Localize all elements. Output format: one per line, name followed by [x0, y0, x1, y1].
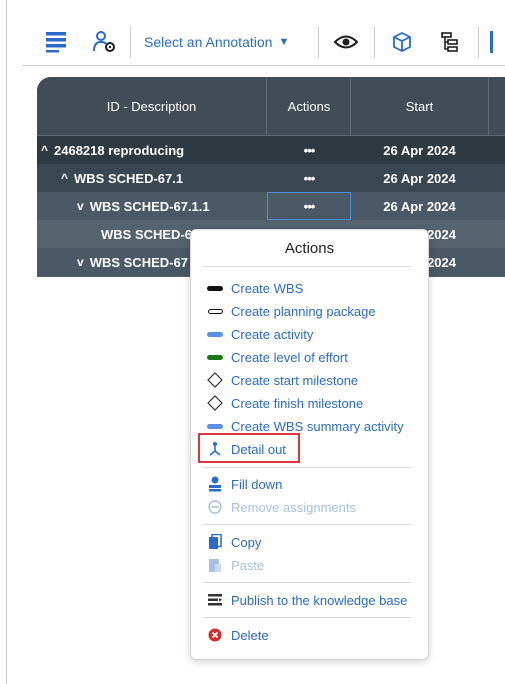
- table-row[interactable]: v WBS SCHED-67.1.1 ••• 26 Apr 2024: [37, 192, 505, 221]
- popup-divider: [203, 524, 411, 525]
- row-start-date: 26 Apr 2024: [383, 142, 456, 158]
- menu-item-create-level-of-effort[interactable]: Create level of effort: [205, 346, 348, 368]
- toolbar-bottom-border: [22, 65, 505, 66]
- menu-item-label: Fill down: [231, 476, 283, 492]
- row-start-date: 26 Apr 2024: [383, 170, 456, 186]
- menu-item-label: Create planning package: [231, 303, 376, 319]
- menu-item-create-wbs[interactable]: Create WBS: [205, 277, 303, 299]
- detail-out-highlight: [198, 433, 300, 463]
- menu-item-label: Create finish milestone: [231, 395, 364, 411]
- row-label: WBS SCHED-67.1: [74, 170, 184, 186]
- blue-bar-icon: [205, 418, 225, 434]
- grid-header: ID - Description Actions Start: [37, 77, 505, 136]
- table-row[interactable]: ^ WBS SCHED-67.1 ••• 26 Apr 2024: [37, 164, 505, 193]
- toolbar-divider: [318, 26, 319, 58]
- menu-item-fill-down[interactable]: Fill down: [205, 473, 282, 495]
- paste-icon: [205, 557, 225, 573]
- toolbar-divider: [374, 26, 375, 58]
- row-actions-button[interactable]: •••: [267, 192, 351, 220]
- column-header-actions[interactable]: Actions: [267, 77, 351, 135]
- popup-divider: [203, 617, 411, 618]
- menu-item-create-activity[interactable]: Create activity: [205, 323, 313, 345]
- popup-title: Actions: [284, 239, 335, 257]
- fill-down-icon: [205, 476, 225, 492]
- row-actions-button[interactable]: •••: [267, 164, 351, 192]
- row-start-date: 26 Apr 2024: [383, 198, 456, 214]
- row-actions-button[interactable]: •••: [267, 136, 351, 164]
- menu-item-label: Create activity: [231, 326, 314, 342]
- resource-settings-icon[interactable]: [88, 26, 120, 58]
- column-header-description[interactable]: ID - Description: [37, 77, 266, 135]
- popup-divider: [203, 582, 411, 583]
- menu-item-label: Delete: [231, 627, 269, 643]
- menu-item-create-finish-milestone[interactable]: Create finish milestone: [205, 392, 363, 414]
- menu-item-publish-knowledge-base[interactable]: Publish to the knowledge base: [205, 589, 407, 611]
- menu-item-label: Remove assignments: [231, 499, 356, 515]
- menu-item-label: Create WBS: [231, 280, 304, 296]
- menu-item-label: Create start milestone: [231, 372, 359, 388]
- menu-item-copy[interactable]: Copy: [205, 531, 261, 553]
- row-label: WBS SCHED-67.1.1: [89, 198, 210, 214]
- delete-icon: [205, 627, 225, 643]
- row-label: WBS SCHED-67: [89, 254, 188, 270]
- table-row[interactable]: ^ 2468218 reproducing ••• 26 Apr 2024: [37, 136, 505, 165]
- toolbar-divider: [130, 26, 131, 58]
- chevron-down-icon: ▼: [278, 36, 290, 48]
- menu-item-label: Paste: [231, 557, 265, 573]
- black-bar-icon: [205, 280, 225, 296]
- blue-bar-icon: [205, 326, 225, 342]
- eye-icon[interactable]: [330, 26, 362, 58]
- menu-item-create-start-milestone[interactable]: Create start milestone: [205, 369, 358, 391]
- column-header-start[interactable]: Start: [351, 77, 488, 135]
- annotation-select[interactable]: Select an Annotation ▼: [144, 26, 289, 58]
- menu-item-label: Copy: [231, 534, 262, 550]
- columns-menu-icon[interactable]: [40, 26, 72, 58]
- annotation-select-label: Select an Annotation: [144, 34, 273, 50]
- cube-icon[interactable]: [386, 26, 418, 58]
- menu-item-remove-assignments[interactable]: Remove assignments: [205, 496, 356, 518]
- chevron-up-icon[interactable]: ^: [61, 171, 68, 185]
- popup-divider: [203, 467, 411, 468]
- menu-item-label: Create level of effort: [231, 349, 348, 365]
- hierarchy-icon[interactable]: [434, 26, 466, 58]
- menu-item-delete[interactable]: Delete: [205, 624, 269, 646]
- popup-divider: [203, 266, 411, 267]
- row-label: 2468218 reproducing: [54, 142, 185, 158]
- green-bar-icon: [205, 349, 225, 365]
- chevron-up-icon[interactable]: ^: [41, 143, 48, 157]
- outline-bar-icon: [205, 303, 225, 319]
- chevron-down-icon[interactable]: v: [77, 255, 84, 269]
- menu-item-label: Create WBS summary activity: [231, 418, 404, 434]
- toolbar-divider: [478, 26, 479, 58]
- left-frame-border: [6, 0, 7, 684]
- menu-item-paste[interactable]: Paste: [205, 554, 264, 576]
- publish-icon: [205, 592, 225, 608]
- diamond-icon: [205, 372, 225, 388]
- chevron-down-icon[interactable]: v: [77, 199, 84, 213]
- remove-circle-icon: [205, 499, 225, 515]
- toolbar-overflow-icon[interactable]: [490, 26, 505, 58]
- row-label: WBS SCHED-67: [101, 226, 200, 242]
- menu-item-create-planning-package[interactable]: Create planning package: [205, 300, 376, 322]
- diamond-icon: [205, 395, 225, 411]
- menu-item-label: Publish to the knowledge base: [231, 592, 408, 608]
- copy-icon: [205, 534, 225, 550]
